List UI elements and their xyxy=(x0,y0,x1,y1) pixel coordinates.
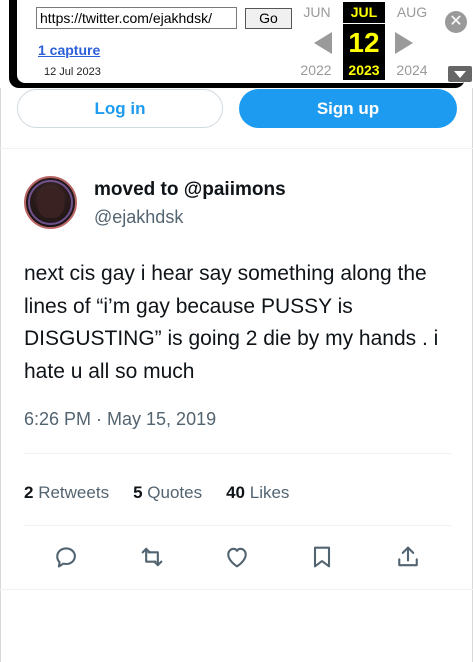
close-icon[interactable]: ✕ xyxy=(445,11,467,33)
wayback-year-prev[interactable]: 2022 xyxy=(295,62,337,78)
page-left-border xyxy=(0,88,1,662)
tweet-action-bar xyxy=(0,543,473,571)
wayback-prev-arrow-icon[interactable] xyxy=(314,32,332,54)
likes-count: 40 xyxy=(226,483,246,502)
wayback-month-prev[interactable]: JUN xyxy=(299,4,335,20)
login-button[interactable]: Log in xyxy=(17,89,223,128)
wayback-go-button[interactable]: Go xyxy=(245,8,292,29)
retweets-stat[interactable]: 2 Retweets xyxy=(24,483,109,503)
user-handle[interactable]: @ejakhdsk xyxy=(94,207,183,228)
likes-label: Likes xyxy=(249,483,290,502)
wayback-next-arrow-icon[interactable] xyxy=(395,32,413,54)
expand-icon[interactable] xyxy=(448,66,472,82)
display-name[interactable]: moved to @paiimons xyxy=(94,179,286,201)
tweet-text: next cis gay i hear say something along … xyxy=(24,262,439,383)
retweet-icon[interactable] xyxy=(138,543,166,571)
tweet-timestamp[interactable]: 6:26 PM · May 15, 2019 xyxy=(24,409,216,430)
wayback-year-next[interactable]: 2024 xyxy=(392,62,432,78)
quotes-stat[interactable]: 5 Quotes xyxy=(133,483,202,503)
likes-stat[interactable]: 40 Likes xyxy=(226,483,289,503)
quotes-count: 5 xyxy=(133,483,143,502)
like-icon[interactable] xyxy=(223,543,251,571)
bookmark-icon[interactable] xyxy=(308,543,336,571)
divider xyxy=(24,453,451,454)
retweets-count: 2 xyxy=(24,483,34,502)
wayback-toolbar: https://twitter.com/ejakhdsk/ Go 1 captu… xyxy=(9,0,472,88)
avatar[interactable] xyxy=(24,176,77,229)
wayback-month-current: JUL xyxy=(343,2,385,23)
wayback-toolbar-panel: https://twitter.com/ejakhdsk/ Go 1 captu… xyxy=(17,0,472,83)
retweets-label: Retweets xyxy=(38,483,110,502)
signup-button[interactable]: Sign up xyxy=(239,89,457,128)
wayback-month-next[interactable]: AUG xyxy=(392,4,432,20)
wayback-day-current: 12 xyxy=(343,24,385,61)
divider xyxy=(0,589,473,590)
share-icon[interactable] xyxy=(394,543,422,571)
wayback-capture-date: 12 Jul 2023 xyxy=(44,66,101,78)
divider xyxy=(0,148,473,149)
wayback-year-current: 2023 xyxy=(343,61,385,80)
wayback-url-input[interactable]: https://twitter.com/ejakhdsk/ xyxy=(36,7,237,29)
wayback-captures-link[interactable]: 1 capture xyxy=(38,42,100,58)
tweet-stats: 2 Retweets 5 Quotes 40 Likes xyxy=(24,483,289,503)
reply-icon[interactable] xyxy=(52,543,80,571)
quotes-label: Quotes xyxy=(147,483,203,502)
divider xyxy=(24,525,451,526)
